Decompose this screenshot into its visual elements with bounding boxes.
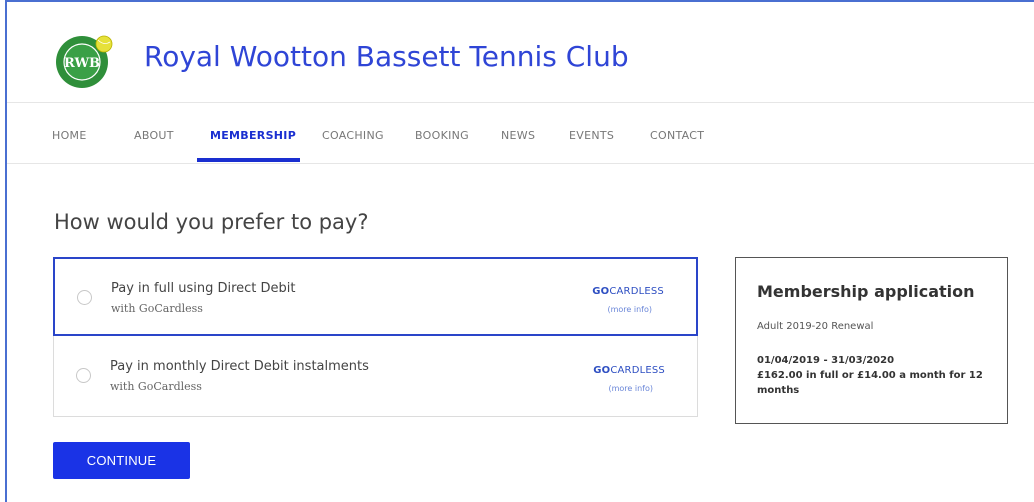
- radio-full[interactable]: [77, 290, 92, 305]
- summary-subtitle: Adult 2019-20 Renewal: [757, 321, 874, 332]
- nav-events[interactable]: EVENTS: [569, 129, 614, 142]
- payment-option-full[interactable]: Pay in full using Direct Debit with GoCa…: [53, 257, 698, 336]
- site-header: RWB Royal Wootton Bassett Tennis Club: [7, 2, 1034, 103]
- logo-text: RWB: [64, 56, 100, 71]
- option-subtitle: with GoCardless: [110, 380, 202, 393]
- payment-options: Pay in full using Direct Debit with GoCa…: [53, 257, 698, 417]
- summary-detail: 01/04/2019 - 31/03/2020 £162.00 in full …: [757, 353, 992, 398]
- nav-membership[interactable]: MEMBERSHIP: [210, 129, 296, 142]
- more-info-link[interactable]: (more info): [608, 384, 653, 393]
- gocardless-logo: GOCARDLESS: [593, 365, 665, 376]
- option-title: Pay in full using Direct Debit: [111, 281, 296, 296]
- nav-active-indicator: [197, 158, 300, 162]
- nav-about[interactable]: ABOUT: [134, 129, 174, 142]
- membership-price: £162.00 in full or £14.00 a month for 12…: [757, 370, 983, 396]
- more-info-link[interactable]: (more info): [607, 305, 652, 314]
- nav-home[interactable]: HOME: [52, 129, 87, 142]
- continue-button[interactable]: CONTINUE: [53, 442, 190, 479]
- nav-coaching[interactable]: COACHING: [322, 129, 384, 142]
- gocardless-logo: GOCARDLESS: [592, 286, 664, 297]
- club-logo[interactable]: RWB: [52, 32, 116, 90]
- nav-news[interactable]: NEWS: [501, 129, 535, 142]
- nav-booking[interactable]: BOOKING: [415, 129, 469, 142]
- page-frame: RWB Royal Wootton Bassett Tennis Club HO…: [5, 0, 1034, 502]
- payment-prompt: How would you prefer to pay?: [54, 210, 369, 234]
- option-title: Pay in monthly Direct Debit instalments: [110, 359, 369, 374]
- option-subtitle: with GoCardless: [111, 302, 203, 315]
- radio-monthly[interactable]: [76, 368, 91, 383]
- membership-period: 01/04/2019 - 31/03/2020: [757, 355, 895, 366]
- club-title[interactable]: Royal Wootton Bassett Tennis Club: [144, 40, 629, 73]
- summary-title: Membership application: [757, 282, 975, 301]
- membership-summary: Membership application Adult 2019-20 Ren…: [735, 257, 1008, 424]
- payment-option-monthly[interactable]: Pay in monthly Direct Debit instalments …: [53, 335, 698, 417]
- main-nav: HOME ABOUT MEMBERSHIP COACHING BOOKING N…: [7, 103, 1034, 164]
- nav-contact[interactable]: CONTACT: [650, 129, 704, 142]
